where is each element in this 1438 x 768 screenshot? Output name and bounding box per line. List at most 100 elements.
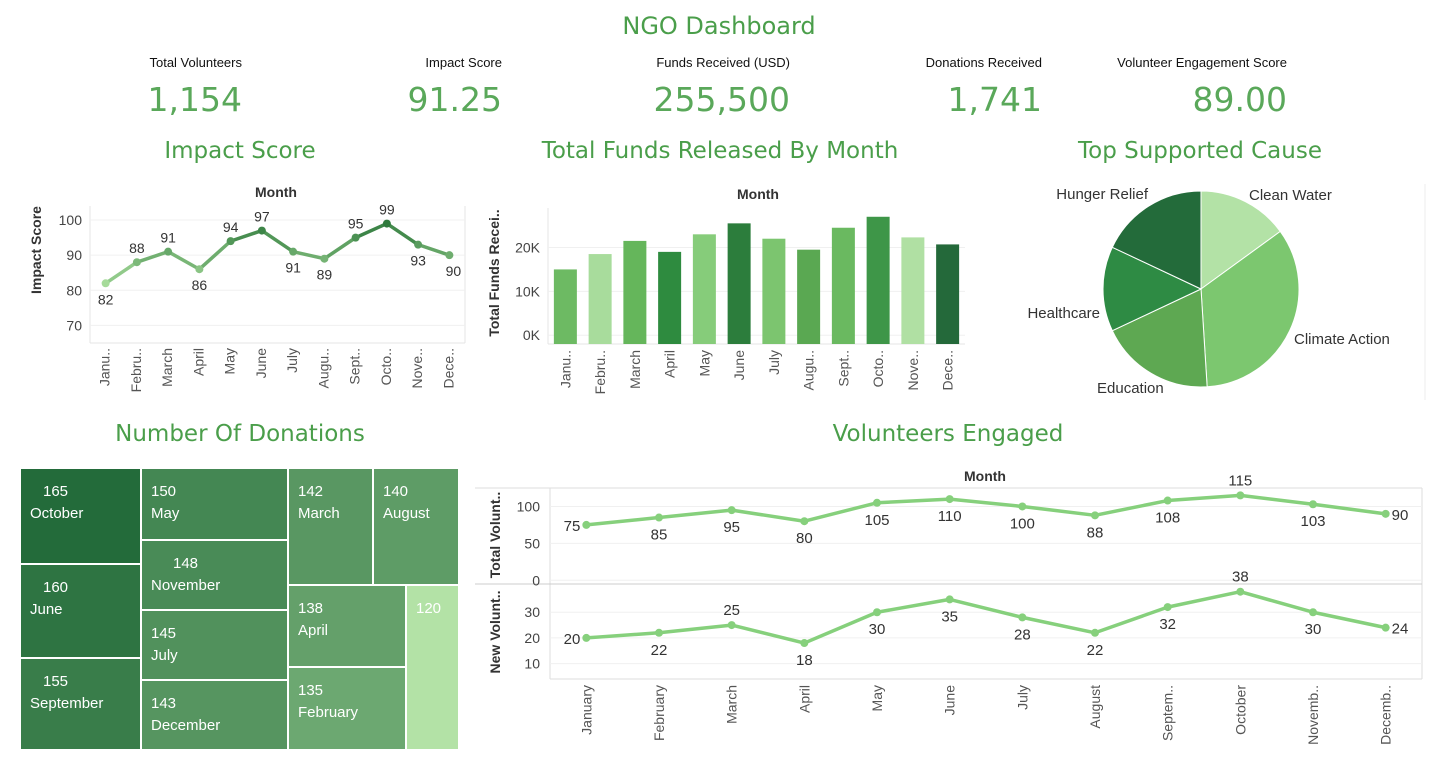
treemap-cell[interactable]: 150 May — [141, 468, 288, 540]
impact-point[interactable] — [382, 219, 391, 228]
volunteers-x-tick-label: August — [1087, 685, 1103, 729]
treemap-value: 145 — [151, 625, 177, 642]
volunteers-point[interactable] — [1091, 628, 1099, 637]
volunteers-point[interactable] — [800, 517, 809, 526]
volunteers-y-tick-label: 50 — [524, 535, 540, 551]
funds-bar[interactable] — [623, 240, 647, 344]
volunteers-point[interactable] — [945, 595, 954, 604]
kpi-volunteer-engagement-label: Volunteer Engagement Score — [1117, 55, 1287, 70]
kpi-funds-received-label: Funds Received (USD) — [656, 55, 790, 70]
impact-point[interactable] — [351, 233, 360, 242]
funds-bar[interactable] — [727, 223, 751, 344]
treemap-cell[interactable]: 142 March — [288, 468, 373, 585]
volunteers-point[interactable] — [1163, 603, 1172, 612]
volunteers-y-tick-label: 20 — [524, 630, 540, 646]
impact-point[interactable] — [226, 237, 235, 246]
impact-chart-title: Month — [255, 184, 297, 200]
volunteers-point[interactable] — [1309, 500, 1317, 509]
impact-data-label: 91 — [285, 260, 301, 276]
volunteers-point[interactable] — [655, 513, 663, 522]
funds-bar[interactable] — [588, 254, 612, 344]
treemap-value: 143 — [151, 695, 177, 712]
dashboard-title: NGO Dashboard — [622, 12, 816, 40]
impact-point[interactable] — [164, 247, 173, 256]
treemap-cell[interactable]: 120 — [406, 585, 459, 750]
volunteers-point[interactable] — [727, 621, 736, 630]
volunteers-point[interactable] — [1309, 608, 1317, 617]
impact-point[interactable] — [132, 258, 141, 267]
funds-bar[interactable] — [936, 244, 960, 344]
volunteers-point[interactable] — [800, 639, 809, 648]
volunteers-data-label: 30 — [1305, 621, 1322, 638]
volunteers-point[interactable] — [1018, 613, 1027, 622]
treemap-cell[interactable]: 145 July — [141, 610, 288, 680]
funds-bar[interactable] — [901, 237, 925, 344]
impact-point[interactable] — [445, 251, 454, 260]
volunteers-point[interactable] — [1091, 511, 1099, 520]
treemap-value: 135 — [298, 682, 324, 699]
funds-bar[interactable] — [658, 251, 682, 344]
cause-slice-label: Climate Action — [1294, 331, 1390, 348]
impact-data-label: 82 — [98, 291, 114, 307]
funds-bar[interactable] — [831, 227, 855, 344]
impact-data-label: 86 — [192, 277, 208, 293]
funds-bar[interactable] — [553, 269, 577, 344]
volunteers-data-label: 75 — [564, 518, 581, 535]
funds-bar[interactable] — [866, 216, 890, 344]
treemap-label: September — [30, 695, 104, 712]
funds-x-tick-label: June — [731, 350, 747, 381]
impact-data-label: 95 — [348, 216, 364, 232]
treemap-label: October — [30, 505, 84, 522]
kpi-volunteer-engagement-value: 89.00 — [1192, 80, 1287, 119]
volunteers-point[interactable] — [1163, 496, 1172, 505]
treemap-value: 160 — [43, 579, 69, 596]
funds-bar[interactable] — [692, 234, 716, 344]
impact-point[interactable] — [101, 279, 110, 288]
treemap-value: 140 — [383, 483, 409, 500]
volunteers-point[interactable] — [873, 608, 881, 617]
treemap-cell[interactable]: 148 November — [141, 540, 288, 610]
funds-x-tick-label: May — [696, 350, 712, 376]
impact-point[interactable] — [289, 247, 298, 256]
volunteers-point[interactable] — [655, 628, 663, 637]
kpi-impact-score-value: 91.25 — [407, 80, 502, 119]
treemap-cell[interactable]: 143 December — [141, 680, 288, 750]
volunteers-point[interactable] — [1236, 587, 1245, 596]
volunteers-engaged-chart: Month Total Volunt.. New Volunt.. 0 50 100… — [475, 468, 1423, 745]
impact-data-label: 88 — [129, 240, 145, 256]
volunteers-data-label: 25 — [723, 602, 740, 619]
treemap-cell[interactable]: 165 October — [20, 468, 141, 564]
impact-x-tick-label: April — [190, 348, 206, 376]
volunteers-x-tick-label: June — [942, 685, 958, 716]
funds-x-tick-label: March — [627, 350, 643, 389]
volunteers-point[interactable] — [1018, 502, 1027, 511]
volunteers-point[interactable] — [582, 520, 591, 529]
impact-point[interactable] — [195, 265, 204, 274]
impact-y-tick-label: 70 — [66, 317, 82, 333]
treemap-cell[interactable]: 138 April — [288, 585, 406, 667]
impact-point[interactable] — [414, 240, 423, 249]
treemap-cell[interactable]: 135 February — [288, 667, 406, 750]
impact-data-label: 91 — [160, 230, 176, 246]
impact-point[interactable] — [257, 226, 266, 235]
treemap-cell[interactable]: 155 September — [20, 658, 141, 750]
volunteers-point[interactable] — [727, 506, 736, 515]
impact-y-tick-label: 90 — [66, 247, 82, 263]
funds-x-tick-label: Dece.. — [940, 350, 956, 390]
volunteers-point[interactable] — [582, 633, 591, 642]
volunteers-x-tick-label: May — [869, 685, 885, 711]
cause-pie-chart: Clean Water Climate Action Education Health… — [1027, 184, 1426, 400]
funds-x-tick-label: Febru.. — [592, 350, 608, 394]
volunteers-point[interactable] — [945, 495, 954, 504]
volunteers-point[interactable] — [873, 498, 881, 507]
volunteers-point[interactable] — [1236, 491, 1245, 500]
volunteers-data-label: 24 — [1392, 621, 1409, 638]
treemap-cell[interactable]: 140 August — [373, 468, 459, 585]
volunteers-point[interactable] — [1381, 509, 1390, 518]
treemap-cell[interactable]: 160 June — [20, 564, 141, 658]
funds-x-tick-label: Janu.. — [557, 350, 573, 388]
funds-bar[interactable] — [762, 238, 786, 344]
funds-bar[interactable] — [797, 249, 821, 344]
impact-point[interactable] — [320, 254, 329, 263]
volunteers-point[interactable] — [1381, 623, 1390, 632]
